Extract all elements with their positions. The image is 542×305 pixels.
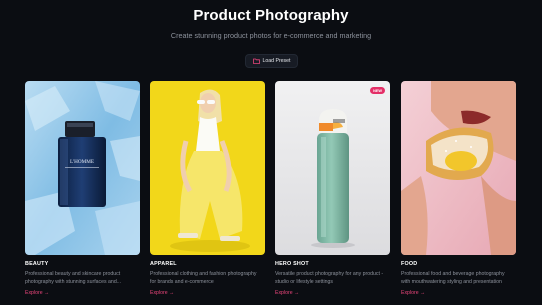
explore-link[interactable]: Explore → xyxy=(275,290,299,296)
page-subtitle: Create stunning product photos for e-com… xyxy=(170,31,372,40)
card-description: Professional beauty and skincare product… xyxy=(25,271,122,285)
card-category: FOOD xyxy=(401,261,418,267)
card-description: Professional food and beverage photograp… xyxy=(401,271,505,285)
apparel-image xyxy=(150,81,265,255)
arrow-right-icon: → xyxy=(169,290,175,296)
category-card-food[interactable]: FOOD Professional food and beverage phot… xyxy=(401,81,516,296)
explore-link[interactable]: Explore → xyxy=(25,290,49,296)
card-category: APPAREL xyxy=(150,261,177,267)
category-card-hero-shot[interactable]: NEW HERO SHOT Versatile product photogra… xyxy=(275,81,390,296)
card-description: Professional clothing and fashion photog… xyxy=(150,271,257,285)
card-description: Versatile product photography for any pr… xyxy=(275,271,384,285)
bottle-label: L'HOMME xyxy=(70,159,94,165)
load-preset-label: Load Preset xyxy=(262,58,291,64)
food-image xyxy=(401,81,516,255)
card-category: BEAUTY xyxy=(25,261,49,267)
category-card-apparel[interactable]: APPAREL Professional clothing and fashio… xyxy=(150,81,265,296)
category-card-beauty[interactable]: L'HOMME BEAUTY Professional beauty and s… xyxy=(25,81,140,296)
arrow-right-icon: → xyxy=(44,290,50,296)
new-badge: NEW xyxy=(370,87,385,94)
arrow-right-icon: → xyxy=(294,290,300,296)
explore-link[interactable]: Explore → xyxy=(150,290,174,296)
card-category: HERO SHOT xyxy=(275,261,309,267)
load-preset-button[interactable]: Load Preset xyxy=(245,54,298,68)
folder-icon xyxy=(252,58,260,64)
explore-link[interactable]: Explore → xyxy=(401,290,425,296)
beauty-image: L'HOMME xyxy=(25,81,140,255)
arrow-right-icon: → xyxy=(420,290,426,296)
page-title: Product Photography xyxy=(193,7,349,24)
hero-shot-image: NEW xyxy=(275,81,390,255)
